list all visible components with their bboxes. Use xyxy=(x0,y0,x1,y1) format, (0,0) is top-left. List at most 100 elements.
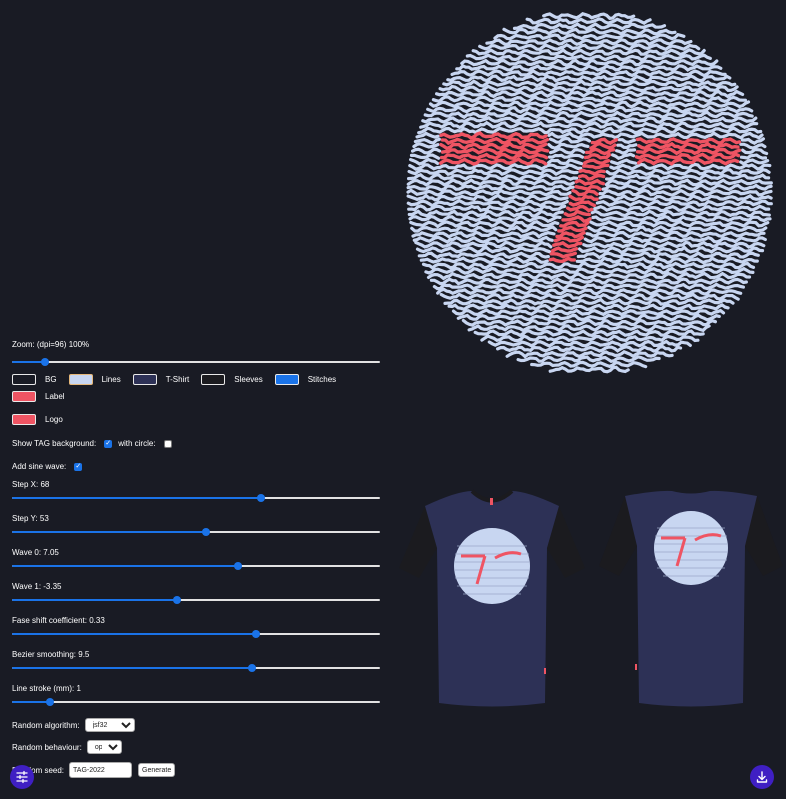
side-label xyxy=(544,668,546,674)
random-seed-input[interactable] xyxy=(69,762,133,778)
slider-fill xyxy=(12,667,252,669)
zoom-slider[interactable] xyxy=(12,355,380,369)
wave-0-label: Wave 0: 7.05 xyxy=(12,548,59,557)
slider-thumb[interactable] xyxy=(201,528,210,536)
slider-thumb[interactable] xyxy=(234,562,243,570)
wave-line xyxy=(487,339,692,348)
wave-line xyxy=(471,48,706,57)
sleeves-color-swatch[interactable] xyxy=(201,374,226,385)
slider-fill xyxy=(12,599,178,601)
line-stroke-label: Line stroke (mm): 1 xyxy=(12,684,81,693)
wave-line xyxy=(419,256,759,265)
sine-wave-checkbox[interactable]: ✓ xyxy=(74,462,83,471)
step-x-slider[interactable] xyxy=(12,491,380,505)
label-color-swatch[interactable] xyxy=(12,391,36,402)
wave-line xyxy=(512,22,667,31)
parameter-sliders: Step X: 68 Step Y: 53 Wave 0: 7.05 Wave … xyxy=(12,480,380,709)
slider-fill xyxy=(12,531,206,533)
line-stroke-slider[interactable] xyxy=(12,695,380,709)
logo-line xyxy=(577,173,606,181)
wave-line xyxy=(461,318,717,327)
bg-color-swatch[interactable] xyxy=(12,374,36,385)
logo-line xyxy=(582,163,610,170)
bezier-smoothing-slider[interactable] xyxy=(12,661,380,675)
wave-line xyxy=(429,277,748,286)
sliders-icon xyxy=(16,770,28,784)
generate-button[interactable]: Generate xyxy=(138,763,176,777)
wave-line xyxy=(432,282,745,291)
wave-line xyxy=(530,360,648,369)
logo-color-swatch[interactable] xyxy=(12,414,36,425)
stitches-color-swatch[interactable] xyxy=(274,374,299,385)
logo-line xyxy=(550,246,579,253)
with-circle-label: with circle: xyxy=(118,439,156,448)
slider-thumb[interactable] xyxy=(41,358,50,366)
settings-button[interactable] xyxy=(10,765,34,789)
wave-1-label: Wave 1: -3.35 xyxy=(12,582,62,591)
logo-line xyxy=(561,215,592,224)
logo-line xyxy=(553,235,584,243)
wave-line xyxy=(505,349,674,359)
slider-thumb[interactable] xyxy=(46,698,55,706)
slider-fill xyxy=(12,633,256,635)
wave-line xyxy=(496,344,683,353)
slider-track xyxy=(12,361,380,363)
random-algorithm-select[interactable]: jsf32 xyxy=(84,718,135,732)
logo-line xyxy=(578,168,606,176)
wave-line xyxy=(410,224,768,234)
wave-1-slider[interactable] xyxy=(12,593,380,607)
tag-background-row: Show TAG background: ✓ with circle: xyxy=(12,439,380,448)
logo-line xyxy=(566,204,594,213)
wave-line xyxy=(426,271,752,281)
random-algorithm-label: Random algorithm: xyxy=(12,720,80,730)
sine-wave-row: Add sine wave: ✓ xyxy=(12,462,380,471)
download-icon xyxy=(756,771,768,783)
wave-line xyxy=(525,17,652,26)
bg-label: BG xyxy=(45,375,57,384)
logo-line xyxy=(574,184,602,191)
slider-thumb[interactable] xyxy=(257,494,266,502)
random-behaviour-label: Random behaviour: xyxy=(12,742,82,752)
wave-line xyxy=(431,95,747,104)
with-circle-checkbox[interactable] xyxy=(163,439,172,448)
sleeves-label: Sleeves xyxy=(234,375,263,384)
wave-line xyxy=(428,99,751,109)
wave-0-slider[interactable] xyxy=(12,559,380,573)
show-tag-background-label: Show TAG background: xyxy=(12,439,97,448)
color-swatches: BG Lines T-Shirt Sleeves Stitches Label … xyxy=(12,374,380,425)
step-x-label: Step X: 68 xyxy=(12,480,50,489)
logo-line xyxy=(571,188,599,197)
logo-line xyxy=(555,231,586,239)
wave-line xyxy=(443,297,735,307)
random-seed-row: Random seed: Generate xyxy=(12,762,380,778)
tshirt-front-preview xyxy=(399,489,585,707)
wave-line xyxy=(485,38,693,47)
lines-color-swatch[interactable] xyxy=(68,374,93,385)
tshirt-color-swatch[interactable] xyxy=(132,374,157,385)
show-tag-background-checkbox[interactable]: ✓ xyxy=(104,439,113,448)
wave-line xyxy=(548,365,630,374)
phase-shift-slider[interactable] xyxy=(12,627,380,641)
logo-line xyxy=(559,220,590,228)
slider-thumb[interactable] xyxy=(247,664,256,672)
generative-artwork xyxy=(406,12,773,374)
wave-line xyxy=(542,12,636,20)
slider-thumb[interactable] xyxy=(173,596,182,604)
logo-line xyxy=(574,178,605,186)
logo-line xyxy=(440,147,742,156)
download-button[interactable] xyxy=(750,765,774,789)
step-y-slider[interactable] xyxy=(12,525,380,539)
wave-line xyxy=(446,74,732,83)
bezier-smoothing-label: Bezier smoothing: 9.5 xyxy=(12,650,90,659)
wave-line xyxy=(447,303,730,312)
wave-line xyxy=(502,27,677,36)
neck-label xyxy=(490,498,493,505)
print-circle xyxy=(454,528,530,604)
slider-track xyxy=(12,701,380,703)
random-behaviour-select[interactable]: option 1 xyxy=(86,740,122,754)
lines-label: Lines xyxy=(101,375,121,384)
slider-thumb[interactable] xyxy=(251,630,260,638)
logo-label: Logo xyxy=(45,415,63,424)
side-label xyxy=(635,664,637,670)
logo-line xyxy=(568,194,599,202)
